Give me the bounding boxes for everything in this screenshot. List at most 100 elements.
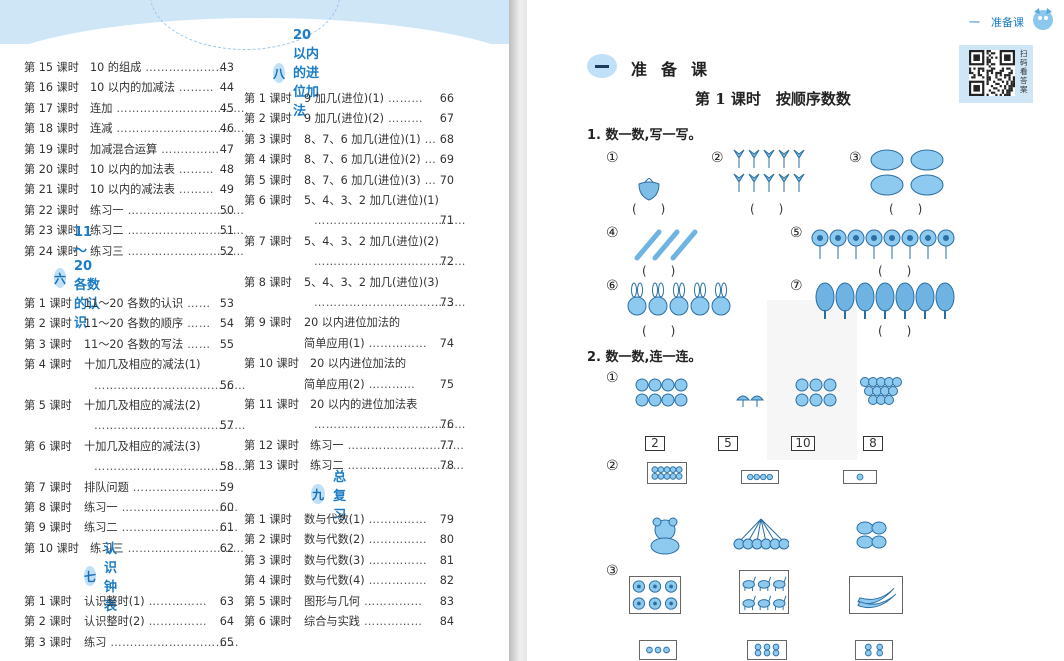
toc-page-number: 76 <box>439 418 454 432</box>
toc-entry[interactable]: 第 8 课时 5、4、3、2 加几(进位)(3) <box>244 275 454 291</box>
toc-lesson-title: 5、4、3、2 加几(进位)(3) <box>304 275 439 289</box>
answer-blank[interactable]: ( ) <box>889 200 922 217</box>
number-card[interactable]: 10 <box>791 436 815 451</box>
toc-page-number: 62 <box>219 541 234 555</box>
toc-entry[interactable]: 简单应用(2)………… 75 <box>244 377 454 393</box>
qr-code-panel[interactable]: 扫码看答案 <box>959 45 1033 103</box>
toc-lesson-title: 练习一 <box>90 203 124 217</box>
answer-blank[interactable]: ( ) <box>750 200 783 217</box>
toc-entry[interactable]: 第 1 课时 9 加几(进位)(1)……… 66 <box>244 91 454 107</box>
dot-card[interactable] <box>747 640 787 660</box>
answer-blank[interactable]: ( ) <box>642 262 675 279</box>
toc-entry[interactable]: 第 5 课时 图形与几何…………… 83 <box>244 594 454 610</box>
toc-entry[interactable]: 第 1 课时 数与代数(1)…………… 79 <box>244 512 454 528</box>
toc-entry[interactable]: 第 2 课时 11～20 各数的顺序…… 54 <box>24 316 234 332</box>
toc-entry[interactable]: 第 3 课时 8、7、6 加几(进位)(1)… 68 <box>244 132 454 148</box>
toc-entry[interactable]: 第 3 课时 数与代数(3)…………… 81 <box>244 553 454 569</box>
toc-lesson-number: 第 11 课时 <box>244 398 299 411</box>
toc-entry[interactable]: 第 4 课时 8、7、6 加几(进位)(2)… 69 <box>244 152 454 168</box>
toc-entry[interactable]: 第 5 课时 十加几及相应的减法(2) <box>24 398 234 414</box>
answer-blank[interactable]: ( ) <box>642 322 675 339</box>
toc-unit-heading[interactable]: 七认识钟表 <box>84 542 129 614</box>
toc-entry[interactable]: 第 19 课时 加减混合运算…………… 47 <box>24 142 234 158</box>
deer-icon[interactable] <box>739 570 789 614</box>
toc-entry[interactable]: 第 1 课时 11～20 各数的认识…… 53 <box>24 296 234 312</box>
toc-entry[interactable]: 第 5 课时 8、7、6 加几(进位)(3)… 70 <box>244 173 454 189</box>
unit-number-badge <box>587 54 617 78</box>
toc-entry[interactable]: 第 21 课时 10 以内的减法表……… 49 <box>24 182 234 198</box>
toc-entry[interactable]: 第 15 课时 10 的组成………………… 43 <box>24 60 234 76</box>
toc-entry[interactable]: 第 4 课时 十加几及相应的减法(1) <box>24 357 234 373</box>
toc-entry[interactable]: 第 9 课时 20 以内进位加法的 <box>244 315 454 331</box>
toc-page-number: 84 <box>439 615 454 628</box>
toc-entry[interactable]: 第 8 课时 练习一………………………… 60 <box>24 500 238 516</box>
toc-entry[interactable]: 第 2 课时 数与代数(2)…………… 80 <box>244 532 454 548</box>
toc-leader-dots: …………… <box>368 574 428 588</box>
toc-entry[interactable]: 第 2 课时 9 加几(进位)(2)……… 67 <box>244 111 454 127</box>
dot-card[interactable] <box>855 640 893 660</box>
rabbit-icon <box>627 282 731 316</box>
toc-lesson-number: 第 1 课时 <box>244 92 292 105</box>
qr-code-icon[interactable] <box>969 50 1015 96</box>
toc-entry[interactable]: 第 18 课时 连减…………………………… 46 <box>24 121 244 137</box>
toc-unit-heading[interactable]: 八 20 以内的进位加法 <box>273 28 323 119</box>
flower-card[interactable] <box>629 576 681 614</box>
toc-entry[interactable]: 第 23 课时 练习二………………………… 51 <box>24 223 244 239</box>
toc-entry[interactable]: 第 17 课时 连加…………………………… 45 <box>24 101 244 117</box>
toc-lesson-title: 练习二 <box>84 521 118 535</box>
dot-card[interactable] <box>647 462 687 484</box>
toc-entry[interactable]: 第 1 课时 认识整时(1)…………… 63 <box>24 594 234 610</box>
toc-entry[interactable]: ………………………………… 73 <box>244 295 465 311</box>
toc-entry[interactable]: 第 2 课时 认识整时(2)…………… 64 <box>24 614 234 630</box>
toc-entry[interactable]: 第 6 课时 5、4、3、2 加几(进位)(1) <box>244 193 454 209</box>
toc-lesson-number: 第 13 课时 <box>244 459 299 473</box>
toc-lesson-number: 第 10 课时 <box>24 541 79 555</box>
dot-card[interactable] <box>639 640 677 660</box>
toc-entry[interactable]: 第 12 课时 练习一………………………… 77 <box>244 438 464 454</box>
toc-leader-dots: ……… <box>388 112 424 126</box>
toc-entry[interactable]: 简单应用(1)…………… 74 <box>244 336 454 352</box>
toc-entry[interactable]: 第 3 课时 练习…………………………… 65 <box>24 635 238 651</box>
toc-entry[interactable]: ………………………………… 76 <box>244 417 465 433</box>
number-card[interactable]: 8 <box>863 436 883 451</box>
toc-entry[interactable]: 第 6 课时 综合与实践…………… 84 <box>244 614 454 630</box>
toc-entry[interactable]: ………………………………… 56 <box>24 378 245 394</box>
toc-entry[interactable]: ………………………………… 58 <box>24 459 245 475</box>
toc-unit-heading[interactable]: 六 11～20 各数的认识 <box>54 225 104 331</box>
toc-entry[interactable]: 第 16 课时 10 以内的加减法……… 44 <box>24 80 234 96</box>
toc-entry[interactable]: 第 10 课时 20 以内进位加法的 <box>244 356 454 372</box>
toc-lesson-title: 9 加几(进位)(2) <box>304 112 385 126</box>
toc-entry[interactable]: 第 20 课时 10 以内的加法表……… 48 <box>24 162 234 178</box>
toc-lesson-title: 十加几及相应的减法(3) <box>84 439 201 453</box>
answer-blank[interactable]: ( ) <box>632 200 665 217</box>
number-card[interactable]: 2 <box>645 436 665 451</box>
toc-lesson-number: 第 16 课时 <box>24 81 79 95</box>
toc-entry[interactable]: 第 4 课时 数与代数(4)…………… 82 <box>244 573 454 589</box>
toc-lesson-number: 第 3 课时 <box>244 132 292 146</box>
toc-page-number: 57 <box>219 419 234 433</box>
toc-unit-heading[interactable]: 九总复习 <box>311 470 356 523</box>
toc-entry[interactable]: 第 24 课时 练习三………………………… 52 <box>24 244 244 260</box>
dot-card[interactable] <box>843 470 877 484</box>
toc-entry[interactable]: 第 11 课时 20 以内的进位加法表 <box>244 397 454 413</box>
toc-entry[interactable]: 第 6 课时 十加几及相应的减法(3) <box>24 439 234 455</box>
answer-blank[interactable]: ( ) <box>878 322 911 339</box>
toc-leader-dots: ……… <box>178 183 214 197</box>
toc-entry[interactable]: 第 3 课时 11～20 各数的写法…… 55 <box>24 337 234 353</box>
answer-blank[interactable]: ( ) <box>878 262 911 279</box>
toc-entry[interactable]: 第 22 课时 练习一………………………… 50 <box>24 203 244 219</box>
toc-entry[interactable]: 第 7 课时 5、4、3、2 加几(进位)(2) <box>244 234 454 250</box>
toc-entry[interactable]: ………………………………… 71 <box>244 213 465 229</box>
unit-title: 准备课 <box>631 60 722 79</box>
dot-card[interactable] <box>741 470 779 484</box>
toc-lesson-number: 第 20 课时 <box>24 163 79 176</box>
banana-icon[interactable] <box>849 576 903 614</box>
toc-lesson-title: 综合与实践 <box>304 615 360 628</box>
number-card[interactable]: 5 <box>718 436 738 451</box>
toc-entry[interactable]: 第 7 课时 排队问题…………………… 59 <box>24 480 234 496</box>
toc-lesson-number: 第 5 课时 <box>244 594 292 608</box>
toc-entry[interactable]: ………………………………… 72 <box>244 254 465 270</box>
toc-entry[interactable]: 第 9 课时 练习二………………………… 61 <box>24 520 238 536</box>
toc-entry[interactable]: ………………………………… 57 <box>24 418 245 434</box>
question-1-prompt: 1. 数一数,写一写。 <box>587 128 702 143</box>
